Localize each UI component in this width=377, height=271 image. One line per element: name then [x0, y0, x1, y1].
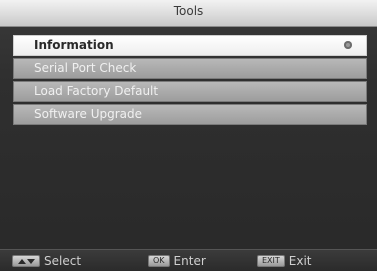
- footer-hint-bar: Select OK Enter EXIT Exit: [0, 249, 377, 271]
- ok-key-icon: OK: [148, 255, 170, 267]
- menu-item-information[interactable]: Information: [13, 35, 367, 56]
- hint-select-label: Select: [44, 254, 82, 268]
- hint-enter: OK Enter: [148, 254, 206, 268]
- menu-item-load-factory-default[interactable]: Load Factory Default: [13, 81, 367, 102]
- exit-key-icon: EXIT: [257, 255, 285, 267]
- menu-item-label: Information: [34, 38, 114, 52]
- hint-select: Select: [12, 254, 81, 268]
- tools-menu: Information Serial Port Check Load Facto…: [13, 35, 367, 127]
- menu-item-label: Software Upgrade: [34, 107, 143, 121]
- menu-item-software-upgrade[interactable]: Software Upgrade: [13, 104, 367, 125]
- ok-dot-icon: [344, 41, 352, 49]
- hint-exit-label: Exit: [288, 254, 312, 268]
- up-down-arrows-icon: [12, 255, 40, 267]
- title-bar: Tools: [0, 0, 377, 27]
- menu-item-label: Load Factory Default: [34, 84, 159, 98]
- tools-screen: Tools Information Serial Port Check Load…: [0, 0, 377, 271]
- menu-item-serial-port-check[interactable]: Serial Port Check: [13, 58, 367, 79]
- page-title: Tools: [173, 4, 204, 18]
- menu-item-label: Serial Port Check: [34, 61, 137, 75]
- hint-enter-label: Enter: [173, 254, 206, 268]
- hint-exit: EXIT Exit: [257, 254, 312, 268]
